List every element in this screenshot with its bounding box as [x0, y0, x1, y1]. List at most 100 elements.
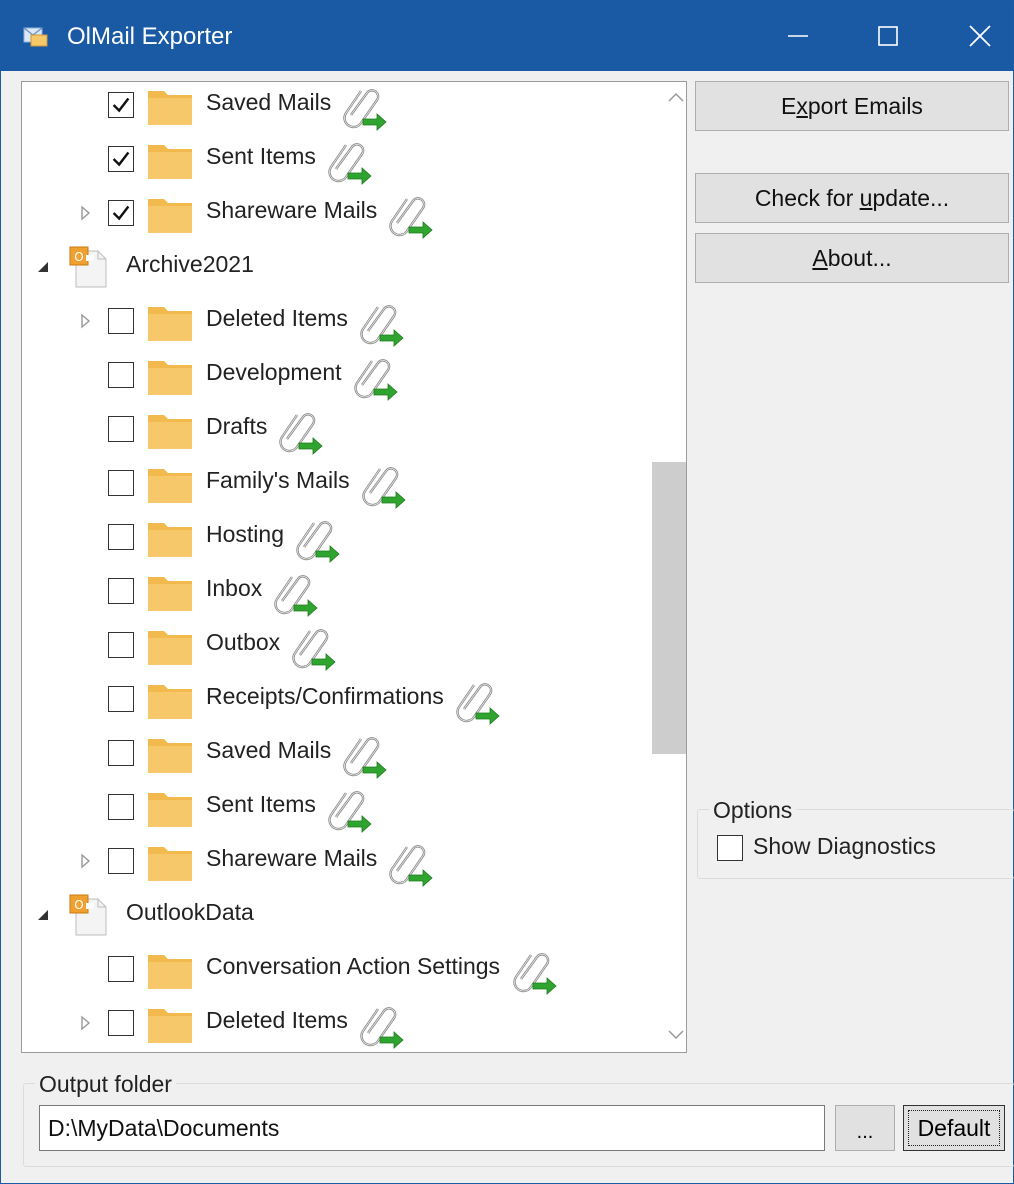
tree-folder-item[interactable]: Development	[22, 349, 650, 403]
tree-folder-item[interactable]: Sent Items	[22, 781, 650, 835]
attachment-export-icon	[322, 783, 374, 833]
tree-item-label: Saved Mails	[206, 89, 332, 115]
tree-store-item[interactable]: O OutlookData	[22, 889, 650, 943]
folder-icon	[146, 625, 194, 667]
folder-checkbox[interactable]	[108, 740, 134, 766]
collapsed-arrow-icon[interactable]	[78, 205, 92, 221]
tree-item-label: Sent Items	[206, 143, 316, 169]
tree-folder-item[interactable]: Drafts	[22, 403, 650, 457]
tree-folder-item[interactable]: Sent Items	[22, 133, 650, 187]
tree-folder-item[interactable]: Deleted Items	[22, 997, 650, 1051]
attachment-export-icon	[322, 135, 374, 185]
attachment-export-icon	[354, 297, 406, 347]
scroll-down-arrow[interactable]	[660, 1024, 686, 1046]
attachment-export-icon	[383, 189, 435, 239]
tree-folder-item[interactable]: Saved Mails	[22, 727, 650, 781]
folder-icon	[146, 463, 194, 505]
maximize-button[interactable]	[843, 1, 933, 71]
attachment-export-icon	[286, 621, 338, 671]
export-emails-label: Export Emails	[781, 92, 923, 119]
folder-checkbox[interactable]	[108, 686, 134, 712]
tree-item-label: Hosting	[206, 521, 284, 547]
scroll-up-arrow[interactable]	[660, 86, 686, 108]
attachment-export-icon	[268, 567, 320, 617]
tree-store-item[interactable]: O Archive2021	[22, 241, 650, 295]
folder-checkbox[interactable]	[108, 146, 134, 172]
attachment-export-icon	[383, 837, 435, 887]
tree-item-label: Archive2021	[126, 251, 254, 277]
attachment-export-icon	[450, 675, 502, 725]
collapsed-arrow-icon[interactable]	[78, 313, 92, 329]
close-button[interactable]	[935, 1, 1014, 71]
tree-item-label: Deleted Items	[206, 305, 348, 331]
tree-folder-item[interactable]: Outbox	[22, 619, 650, 673]
tree-item-label: Family's Mails	[206, 467, 350, 493]
export-emails-button[interactable]: Export Emails	[695, 81, 1009, 131]
window-title: OlMail Exporter	[67, 23, 233, 50]
tree-folder-item[interactable]: Deleted Items	[22, 295, 650, 349]
check-for-update-button[interactable]: Check for update...	[695, 173, 1009, 223]
tree-folder-item[interactable]: Conversation Action Settings	[22, 943, 650, 997]
folder-checkbox[interactable]	[108, 92, 134, 118]
tree-folder-item[interactable]: Shareware Mails	[22, 187, 650, 241]
folder-checkbox[interactable]	[108, 524, 134, 550]
chevron-up-icon	[668, 92, 684, 102]
collapsed-arrow-icon[interactable]	[78, 853, 92, 869]
tree-folder-item[interactable]: Hosting	[22, 511, 650, 565]
collapsed-arrow-icon[interactable]	[78, 1015, 92, 1031]
folder-icon	[146, 787, 194, 829]
outlook-pst-icon: O	[68, 893, 112, 937]
maximize-icon	[878, 26, 898, 46]
folder-checkbox[interactable]	[108, 416, 134, 442]
folder-checkbox[interactable]	[108, 1010, 134, 1036]
output-folder-legend: Output folder	[35, 1071, 176, 1098]
folder-checkbox[interactable]	[108, 200, 134, 226]
folder-checkbox[interactable]	[108, 308, 134, 334]
folder-icon	[146, 517, 194, 559]
tree-scrollbar[interactable]	[652, 82, 686, 1052]
folder-icon	[146, 679, 194, 721]
folder-checkbox[interactable]	[108, 470, 134, 496]
show-diagnostics-checkbox[interactable]	[717, 835, 743, 861]
scrollbar-thumb[interactable]	[652, 462, 686, 754]
svg-text:O: O	[74, 898, 83, 912]
folder-checkbox[interactable]	[108, 848, 134, 874]
about-button[interactable]: About...	[695, 233, 1009, 283]
tree-folder-item[interactable]: Saved Mails	[22, 82, 650, 133]
browse-button[interactable]: ...	[835, 1105, 895, 1151]
title-bar[interactable]: OlMail Exporter	[1, 1, 1013, 71]
tree-folder-item[interactable]: Inbox	[22, 565, 650, 619]
attachment-export-icon	[273, 405, 325, 455]
folder-checkbox[interactable]	[108, 578, 134, 604]
expanded-arrow-icon[interactable]	[36, 259, 50, 275]
folder-checkbox[interactable]	[108, 362, 134, 388]
default-button[interactable]: Default	[903, 1105, 1005, 1151]
tree-item-label: Sent Items	[206, 791, 316, 817]
tree-folder-item[interactable]: Receipts/Confirmations	[22, 673, 650, 727]
tree-item-label: Drafts	[206, 413, 268, 439]
tree-folder-item[interactable]: Family's Mails	[22, 457, 650, 511]
expanded-arrow-icon[interactable]	[36, 907, 50, 923]
folder-tree[interactable]: Saved Mails Sent Items Shareware Mails O Arc…	[21, 81, 687, 1053]
output-folder-input[interactable]	[39, 1105, 825, 1151]
folder-icon	[146, 85, 194, 127]
attachment-export-icon	[354, 999, 406, 1049]
attachment-export-icon	[348, 351, 400, 401]
tree-item-label: Saved Mails	[206, 737, 332, 763]
tree-item-label: Outbox	[206, 629, 281, 655]
folder-checkbox[interactable]	[108, 956, 134, 982]
folder-checkbox[interactable]	[108, 632, 134, 658]
minimize-button[interactable]	[753, 1, 843, 71]
attachment-export-icon	[337, 729, 389, 779]
folder-checkbox[interactable]	[108, 794, 134, 820]
attachment-export-icon	[356, 459, 408, 509]
folder-icon	[146, 949, 194, 991]
tree-folder-item[interactable]: Shareware Mails	[22, 835, 650, 889]
tree-item-label: Deleted Items	[206, 1007, 348, 1033]
folder-icon	[146, 733, 194, 775]
folder-icon	[146, 1003, 194, 1045]
show-diagnostics-label[interactable]: Show Diagnostics	[753, 833, 936, 860]
folder-icon	[146, 301, 194, 343]
about-label: About...	[812, 244, 892, 271]
close-icon	[969, 25, 991, 47]
